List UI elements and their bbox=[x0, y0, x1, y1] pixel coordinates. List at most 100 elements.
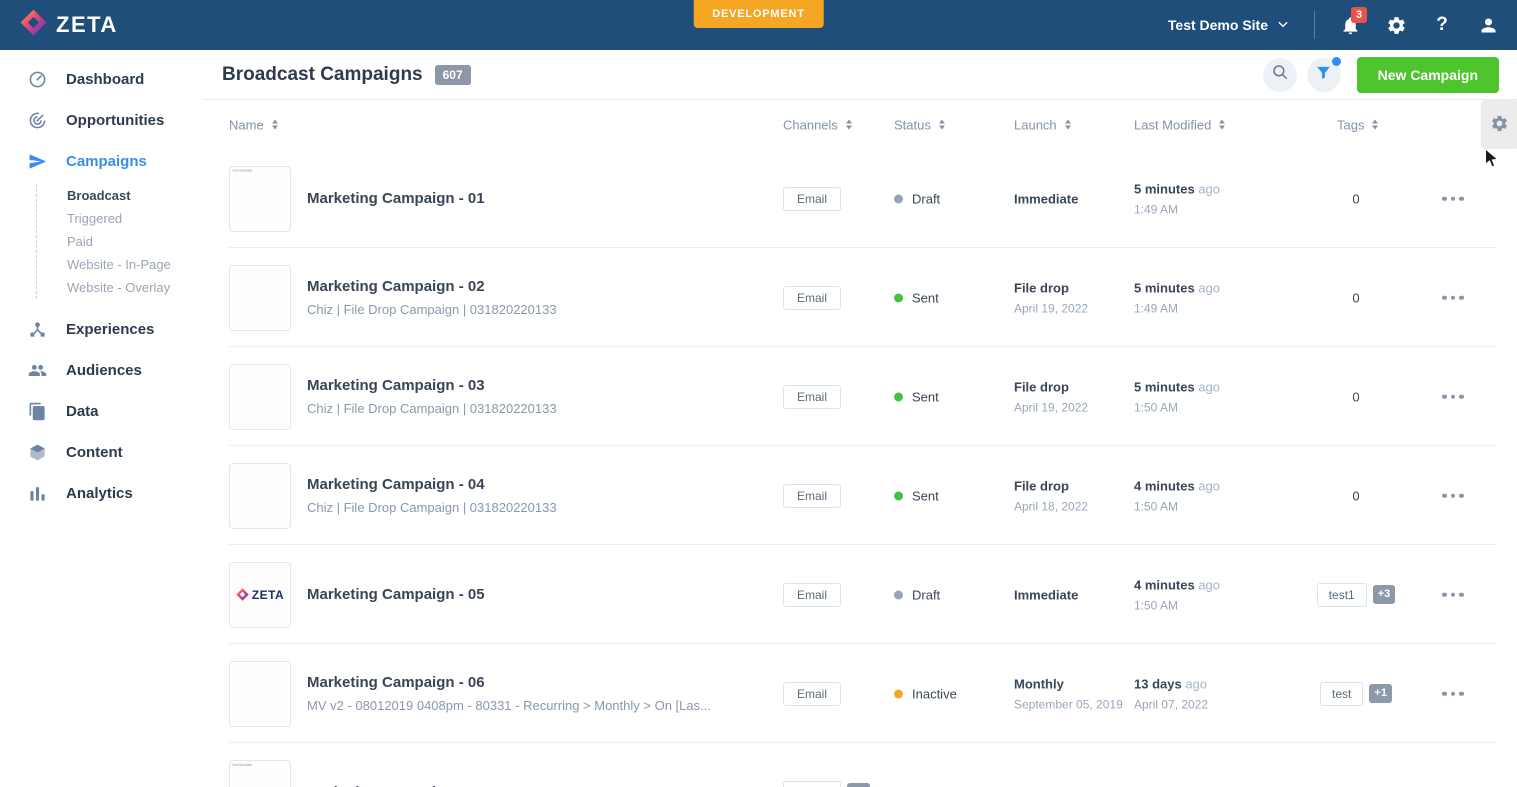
zeta-logo[interactable]: ZETA bbox=[20, 9, 118, 41]
sidebar-item-audiences[interactable]: Audiences bbox=[0, 350, 202, 391]
subnav-item-website-in-page[interactable]: Website - In-Page bbox=[67, 253, 202, 276]
status-label: Draft bbox=[912, 587, 940, 602]
status-cell: Sent bbox=[894, 488, 939, 503]
filter-active-dot bbox=[1332, 57, 1341, 66]
campaign-thumbnail[interactable]: new template bbox=[229, 760, 291, 787]
campaign-thumbnail[interactable] bbox=[229, 463, 291, 529]
sidebar-item-analytics[interactable]: Analytics bbox=[0, 473, 202, 514]
launch-date: April 19, 2022 bbox=[1014, 400, 1088, 414]
campaign-name[interactable]: Marketing Campaign - 06 bbox=[307, 674, 767, 691]
channels-cell: Email bbox=[783, 385, 841, 409]
row-actions-button[interactable] bbox=[1440, 487, 1466, 504]
row-actions-button[interactable] bbox=[1440, 586, 1466, 603]
page-title: Broadcast Campaigns bbox=[222, 64, 423, 86]
new-campaign-button[interactable]: New Campaign bbox=[1357, 57, 1499, 93]
tags-count: 0 bbox=[1352, 290, 1359, 305]
name-cell: Marketing Campaign - 07 bbox=[307, 743, 767, 787]
row-actions-button[interactable] bbox=[1440, 190, 1466, 207]
launch-date: April 18, 2022 bbox=[1014, 499, 1088, 513]
table-row[interactable]: Marketing Campaign - 02 Chiz | File Drop… bbox=[202, 248, 1517, 347]
tags-cell: 0 bbox=[1310, 389, 1402, 404]
table-row[interactable]: new template Marketing Campaign - 07 Ema… bbox=[202, 743, 1517, 787]
sidebar-item-opportunities[interactable]: Opportunities bbox=[0, 100, 202, 141]
sidebar-item-experiences[interactable]: Experiences bbox=[0, 309, 202, 350]
tag-chip[interactable]: test1 bbox=[1317, 583, 1367, 607]
status-dot bbox=[894, 491, 903, 500]
column-header-status[interactable]: Status bbox=[894, 117, 945, 132]
last-modified-cell: 13 days ago April 07, 2022 bbox=[1134, 676, 1208, 711]
campaign-thumbnail[interactable] bbox=[229, 364, 291, 430]
last-modified-cell: 4 minutes ago 1:50 AM bbox=[1134, 577, 1220, 612]
campaign-subtitle: MV v2 - 08012019 0408pm - 80331 - Recurr… bbox=[307, 698, 767, 713]
thumbnail-label: new template bbox=[231, 167, 264, 174]
campaign-name[interactable]: Marketing Campaign - 03 bbox=[307, 377, 767, 394]
column-header-tags[interactable]: Tags bbox=[1337, 117, 1378, 132]
launch-date: September 05, 2019 bbox=[1014, 697, 1123, 711]
channels-cell: Email bbox=[783, 484, 841, 508]
name-cell: Marketing Campaign - 01 bbox=[307, 149, 767, 248]
status-cell: Sent bbox=[894, 290, 939, 305]
row-actions-button[interactable] bbox=[1440, 685, 1466, 702]
target-icon bbox=[28, 111, 47, 130]
people-icon bbox=[28, 361, 47, 380]
status-label: Draft bbox=[912, 191, 940, 206]
site-selector-dropdown[interactable]: Test Demo Site bbox=[1168, 17, 1290, 34]
table-row[interactable]: Marketing Campaign - 03 Chiz | File Drop… bbox=[202, 347, 1517, 446]
campaign-name[interactable]: Marketing Campaign - 04 bbox=[307, 476, 767, 493]
account-button[interactable] bbox=[1477, 14, 1499, 36]
status-dot bbox=[894, 194, 903, 203]
gear-icon bbox=[1386, 15, 1407, 36]
tag-more-badge[interactable]: +3 bbox=[1373, 585, 1396, 604]
status-cell: Inactive bbox=[894, 686, 957, 701]
tag-more-badge[interactable]: +1 bbox=[1369, 684, 1392, 703]
campaign-name[interactable]: Marketing Campaign - 01 bbox=[307, 190, 767, 207]
campaign-name[interactable]: Marketing Campaign - 02 bbox=[307, 278, 767, 295]
notifications-button[interactable]: 3 bbox=[1339, 14, 1361, 36]
help-button[interactable]: ? bbox=[1431, 14, 1453, 36]
sidebar-item-campaigns[interactable]: Campaigns bbox=[0, 141, 202, 182]
status-cell: Draft bbox=[894, 191, 940, 206]
navbar-divider bbox=[1314, 11, 1315, 39]
search-button[interactable] bbox=[1263, 58, 1297, 92]
subnav-item-website-overlay[interactable]: Website - Overlay bbox=[67, 276, 202, 299]
campaign-thumbnail[interactable]: new template bbox=[229, 166, 291, 232]
subnav-item-triggered[interactable]: Triggered bbox=[67, 207, 202, 230]
table-row[interactable]: Marketing Campaign - 04 Chiz | File Drop… bbox=[202, 446, 1517, 545]
channels-cell: Email bbox=[783, 286, 841, 310]
column-header-last-modified[interactable]: Last Modified bbox=[1134, 117, 1225, 132]
tags-cell: 0 bbox=[1310, 290, 1402, 305]
filter-button[interactable] bbox=[1307, 58, 1341, 92]
modified-ago-label: ago bbox=[1198, 577, 1220, 592]
sidebar-item-data[interactable]: Data bbox=[0, 391, 202, 432]
channel-chip: Email bbox=[783, 286, 841, 310]
table-row[interactable]: Marketing Campaign - 06 MV v2 - 08012019… bbox=[202, 644, 1517, 743]
subnav-item-paid[interactable]: Paid bbox=[67, 230, 202, 253]
row-actions-button[interactable] bbox=[1440, 289, 1466, 306]
modified-ago-label: ago bbox=[1198, 280, 1220, 295]
modified-ago-label: ago bbox=[1185, 676, 1207, 691]
tag-chip[interactable]: test bbox=[1320, 682, 1363, 706]
status-dot bbox=[894, 392, 903, 401]
thumbnail-zeta-text: ZETA bbox=[252, 588, 284, 602]
modified-ago-label: ago bbox=[1198, 181, 1220, 196]
settings-button[interactable] bbox=[1385, 14, 1407, 36]
column-header-channels[interactable]: Channels bbox=[783, 117, 852, 132]
column-header-name[interactable]: Name bbox=[229, 117, 278, 132]
table-settings-button[interactable] bbox=[1481, 100, 1517, 149]
status-label: Inactive bbox=[912, 686, 957, 701]
channels-cell: Email +1 bbox=[783, 781, 870, 787]
campaign-thumbnail[interactable] bbox=[229, 661, 291, 727]
row-actions-button[interactable] bbox=[1440, 388, 1466, 405]
table-row[interactable]: ZETA Marketing Campaign - 05 Email Draft… bbox=[202, 545, 1517, 644]
subnav-item-broadcast[interactable]: Broadcast bbox=[67, 184, 202, 207]
chevron-down-icon bbox=[1276, 17, 1290, 34]
sidebar-item-dashboard[interactable]: Dashboard bbox=[0, 59, 202, 100]
campaign-name[interactable]: Marketing Campaign - 05 bbox=[307, 586, 767, 603]
column-header-launch[interactable]: Launch bbox=[1014, 117, 1071, 132]
campaign-thumbnail[interactable]: ZETA bbox=[229, 562, 291, 628]
sidebar-item-content[interactable]: Content bbox=[0, 432, 202, 473]
environment-badge: DEVELOPMENT bbox=[693, 0, 824, 28]
table-row[interactable]: new template Marketing Campaign - 01 Ema… bbox=[202, 149, 1517, 248]
campaign-thumbnail[interactable] bbox=[229, 265, 291, 331]
site-selector-label: Test Demo Site bbox=[1168, 17, 1268, 33]
